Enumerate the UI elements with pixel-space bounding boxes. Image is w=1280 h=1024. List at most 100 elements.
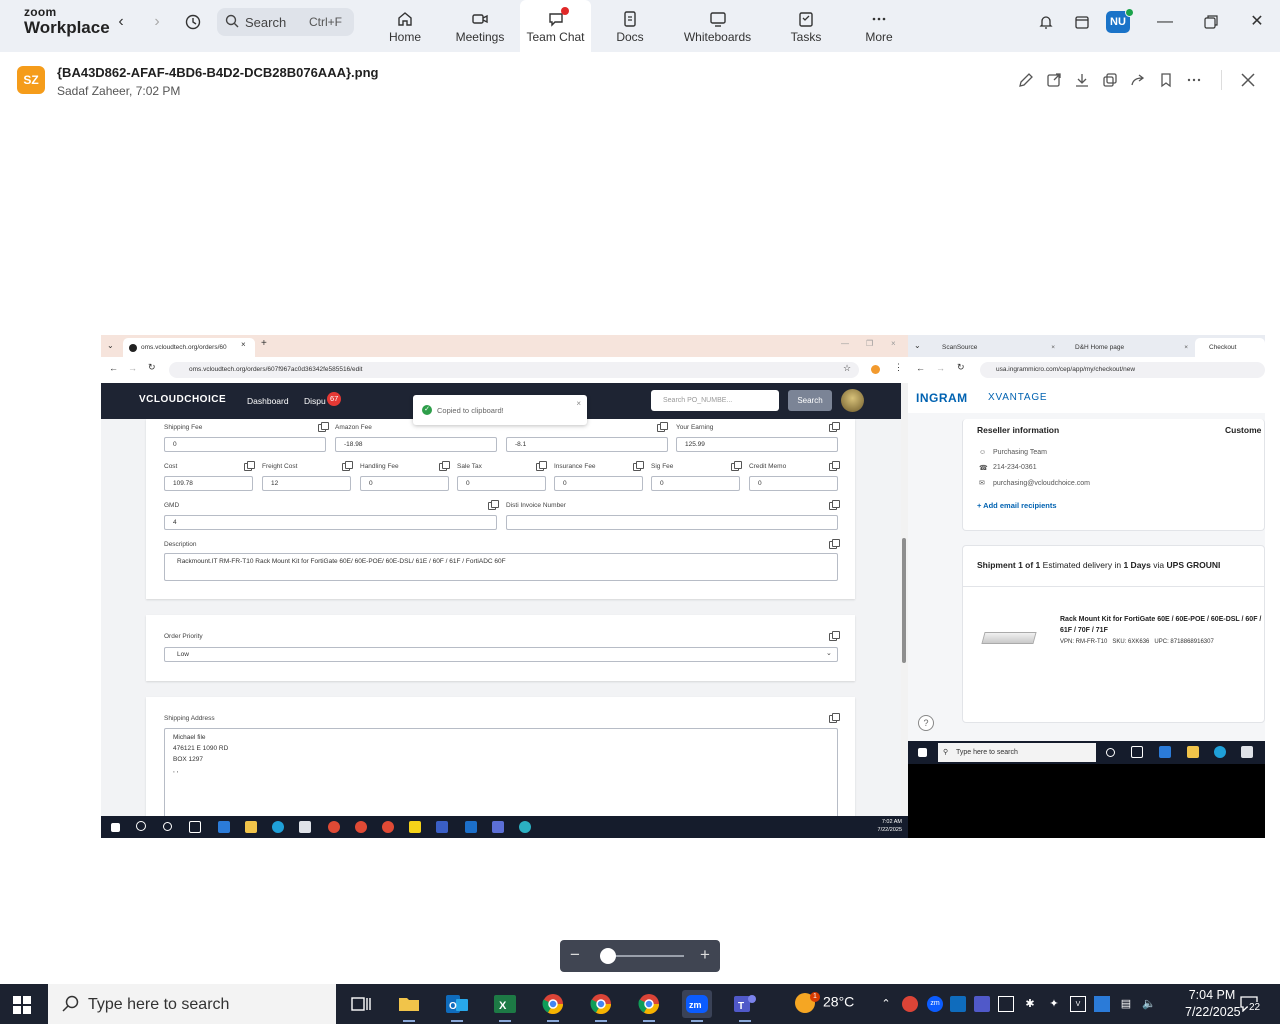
copy-icon[interactable] — [829, 539, 840, 549]
edge-icon[interactable] — [1214, 746, 1226, 758]
store-icon[interactable] — [1241, 746, 1253, 758]
zoom-knob[interactable] — [600, 948, 617, 964]
amazon-fee-input[interactable]: -18.98 — [335, 437, 497, 452]
browser-tab[interactable]: ScanSource × — [928, 338, 1060, 357]
tab-home[interactable]: Home — [383, 0, 427, 52]
windows-start-icon[interactable] — [111, 823, 120, 832]
task-view-icon[interactable] — [346, 990, 376, 1018]
insurance-fee-input[interactable]: 0 — [554, 476, 643, 491]
cost-input[interactable]: 109.78 — [164, 476, 253, 491]
store-icon[interactable] — [299, 821, 311, 833]
windows-start-icon[interactable] — [13, 996, 31, 1014]
extension-icon[interactable] — [871, 365, 880, 374]
copy-icon[interactable] — [829, 631, 840, 641]
gmd-input[interactable]: 4 — [164, 515, 497, 530]
network-app-tray-icon[interactable] — [1094, 996, 1110, 1012]
copy-icon[interactable] — [318, 422, 329, 432]
sale-tax-input[interactable]: 0 — [457, 476, 546, 491]
notification-center-icon[interactable]: 22 — [1240, 994, 1266, 1014]
back-arrow-icon[interactable]: ‹ — [107, 10, 135, 34]
app-icon[interactable] — [436, 821, 448, 833]
calendar-icon[interactable] — [1067, 10, 1097, 34]
outlook-icon[interactable] — [465, 821, 477, 833]
copy-icon[interactable] — [244, 461, 255, 471]
app-icon[interactable] — [492, 821, 504, 833]
tab-close-icon[interactable]: × — [1184, 338, 1188, 357]
copy-icon[interactable] — [657, 422, 668, 432]
star-icon[interactable]: ☆ — [843, 363, 851, 374]
app-icon[interactable] — [519, 821, 531, 833]
close-window-button[interactable]: ✕ — [1242, 10, 1272, 34]
settings-tray-icon[interactable]: ✱ — [1022, 996, 1038, 1012]
order-priority-select[interactable]: Low — [164, 647, 838, 662]
tab-more[interactable]: More — [860, 0, 898, 52]
task-view-icon[interactable] — [1131, 746, 1143, 758]
help-icon[interactable]: ? — [918, 715, 934, 731]
bookmark-icon[interactable] — [1157, 71, 1175, 89]
display-tray-icon[interactable] — [998, 996, 1014, 1012]
zoom-tray-icon[interactable]: zm — [927, 996, 943, 1012]
add-email-link[interactable]: + Add email recipients — [977, 501, 1057, 510]
tab-whiteboards[interactable]: Whiteboards — [680, 0, 755, 52]
url-input[interactable]: usa.ingrammicro.com/cep/app/my/checkout/… — [980, 362, 1265, 378]
tab-close-icon[interactable]: × — [241, 340, 246, 349]
chrome-icon[interactable] — [586, 990, 616, 1022]
windows-start-icon[interactable] — [918, 748, 927, 757]
scrollbar[interactable] — [901, 383, 908, 816]
folder-icon[interactable] — [1187, 746, 1199, 758]
browser-tab-active[interactable]: Checkout — [1195, 338, 1265, 357]
url-input[interactable]: oms.vcloudtech.org/orders/607f967ac0d363… — [169, 362, 859, 378]
toast-close-icon[interactable]: × — [576, 399, 581, 408]
bell-icon[interactable] — [1031, 10, 1061, 34]
search-icon[interactable] — [136, 821, 146, 831]
disti-invoice-input[interactable] — [506, 515, 838, 530]
folder-icon[interactable] — [245, 821, 257, 833]
copy-icon[interactable] — [342, 461, 353, 471]
sticky-notes-icon[interactable] — [409, 821, 421, 833]
description-textarea[interactable]: Rackmount.IT RM-FR-T10 Rack Mount Kit fo… — [164, 553, 838, 581]
avatar[interactable] — [841, 389, 864, 412]
nav-dashboard[interactable]: Dashboard — [247, 396, 289, 406]
search-input[interactable]: Search Ctrl+F — [217, 8, 354, 36]
product-title[interactable]: Rack Mount Kit for FortiGate 60E / 60E-P… — [1060, 614, 1265, 636]
open-external-icon[interactable] — [1045, 71, 1063, 89]
tab-menu-icon[interactable]: ⌄ — [914, 341, 921, 350]
tab-meetings[interactable]: Meetings — [452, 0, 508, 52]
back-arrow-icon[interactable]: ← — [916, 363, 925, 373]
tab-tasks[interactable]: Tasks — [786, 0, 826, 52]
tab-close-icon[interactable]: × — [1051, 338, 1055, 357]
outlook-icon[interactable]: O — [442, 990, 472, 1022]
chrome-icon[interactable] — [328, 821, 340, 833]
vpn-tray-icon[interactable]: V — [1070, 996, 1086, 1012]
po-search-input[interactable]: Search PO_NUMBE... — [651, 390, 779, 411]
task-view-icon[interactable] — [189, 821, 201, 833]
avatar[interactable]: NU — [1106, 8, 1134, 33]
cortana-icon[interactable] — [1106, 748, 1115, 757]
forward-arrow-icon[interactable]: → — [128, 363, 137, 373]
sig-fee-input[interactable]: 0 — [651, 476, 740, 491]
chrome-icon[interactable] — [355, 821, 367, 833]
shipping-fee-input[interactable]: 0 — [164, 437, 326, 452]
mail-icon[interactable] — [218, 821, 230, 833]
freight-cost-input[interactable]: 12 — [262, 476, 351, 491]
zoom-app-icon[interactable]: zm — [682, 990, 712, 1022]
file-explorer-icon[interactable] — [394, 990, 424, 1022]
zoom-out-button[interactable]: − — [568, 945, 582, 965]
tab-docs[interactable]: Docs — [610, 0, 650, 52]
search-button[interactable]: Search — [788, 390, 832, 411]
copy-icon[interactable] — [829, 713, 840, 723]
copy-icon[interactable] — [633, 461, 644, 471]
credit-memo-input[interactable]: 0 — [749, 476, 838, 491]
history-icon[interactable] — [179, 10, 207, 34]
restore-button[interactable] — [1196, 10, 1226, 34]
copy-icon[interactable] — [536, 461, 547, 471]
teams-icon[interactable]: T — [730, 990, 760, 1022]
chrome-tray-icon[interactable] — [902, 996, 918, 1012]
weather-widget[interactable]: 28°C — [795, 993, 854, 1013]
restore-icon[interactable]: ❐ — [866, 339, 873, 348]
min-icon[interactable]: — — [841, 339, 849, 348]
browser-tab[interactable]: D&H Home page × — [1061, 338, 1193, 357]
security-tray-icon[interactable]: ✦ — [1046, 996, 1062, 1012]
reload-icon[interactable]: ↻ — [148, 362, 156, 373]
tab-team-chat[interactable]: Team Chat — [520, 0, 591, 52]
